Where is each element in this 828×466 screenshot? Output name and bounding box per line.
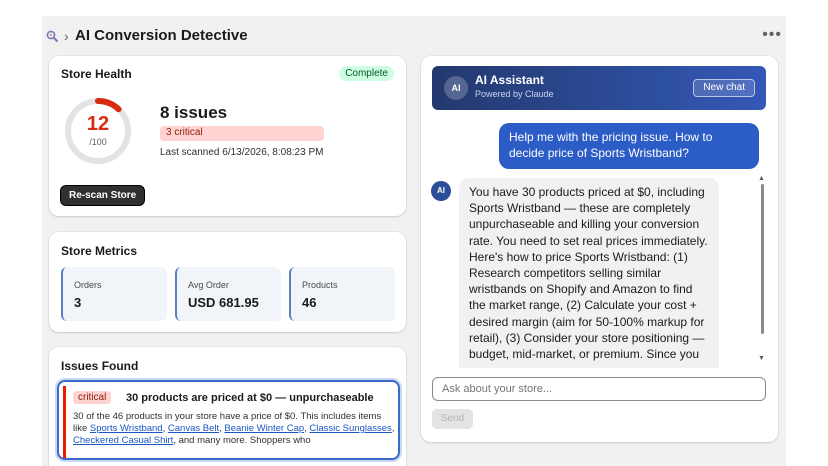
assistant-message-avatar: AI: [431, 181, 451, 201]
top-bar: › AI Conversion Detective •••: [42, 16, 786, 56]
app-logo-icon: [46, 30, 59, 43]
product-link[interactable]: Classic Sunglasses: [309, 423, 391, 434]
issue-description: 30 of the 46 products in your store have…: [73, 411, 395, 446]
assistant-title: AI Assistant: [475, 73, 544, 87]
store-health-title: Store Health: [61, 67, 132, 81]
health-score: 12: [86, 113, 110, 135]
metric-label: Products: [302, 280, 338, 290]
scroll-down-icon[interactable]: ▼: [758, 355, 765, 362]
store-metrics-card: Store Metrics Orders 3 Avg Order USD 681…: [49, 232, 406, 332]
metric-label: Avg Order: [188, 280, 229, 290]
breadcrumb-separator: ›: [64, 28, 69, 44]
metric-avg-order: Avg Order USD 681.95: [175, 267, 281, 321]
app-frame: › AI Conversion Detective ••• Store Heal…: [42, 16, 786, 466]
metric-value: USD 681.95: [188, 295, 259, 310]
store-health-card: Store Health Complete 12 /100 8 issues 3…: [49, 56, 406, 216]
product-link[interactable]: Checkered Casual Shirt: [73, 435, 173, 446]
health-score-denominator: /100: [89, 137, 107, 147]
new-chat-button[interactable]: New chat: [693, 79, 755, 97]
scroll-up-icon[interactable]: ▲: [758, 175, 765, 182]
metric-label: Orders: [74, 280, 102, 290]
chat-scrollbar[interactable]: [761, 184, 764, 334]
assistant-avatar: AI: [444, 76, 468, 100]
assistant-header: AI AI Assistant Powered by Claude New ch…: [432, 66, 766, 110]
severity-badge: critical: [73, 391, 112, 404]
last-scanned-text: Last scanned 6/13/2026, 8:08:23 PM: [160, 147, 324, 158]
issue-description-text: , and many more. Shoppers who: [173, 435, 311, 446]
metric-value: 3: [74, 295, 82, 310]
store-metrics-title: Store Metrics: [61, 244, 138, 258]
issue-title: 30 products are priced at $0 — unpurchas…: [126, 392, 374, 404]
issues-found-card: Issues Found critical 30 products are pr…: [49, 347, 406, 466]
status-badge: Complete: [339, 66, 394, 81]
user-message: Help me with the pricing issue. How to d…: [499, 123, 759, 169]
send-button[interactable]: Send: [432, 409, 473, 429]
metric-orders: Orders 3: [61, 267, 167, 321]
product-link[interactable]: Canvas Belt: [168, 423, 219, 434]
product-link[interactable]: Beanie Winter Cap: [224, 423, 304, 434]
issues-count: 8 issues: [160, 103, 228, 122]
ai-assistant-panel: AI AI Assistant Powered by Claude New ch…: [421, 56, 778, 442]
rescan-store-button[interactable]: Re-scan Store: [60, 185, 146, 206]
issues-found-title: Issues Found: [61, 359, 139, 373]
product-link[interactable]: Sports Wristband: [90, 423, 163, 434]
page-title: AI Conversion Detective: [75, 27, 248, 44]
metric-products: Products 46: [289, 267, 395, 321]
chat-input[interactable]: [432, 377, 766, 401]
chat-messages[interactable]: Help me with the pricing issue. How to d…: [421, 114, 778, 368]
assistant-subtitle: Powered by Claude: [475, 89, 554, 99]
assistant-message: You have 30 products priced at $0, inclu…: [459, 178, 719, 368]
more-actions-button[interactable]: •••: [762, 26, 782, 44]
critical-count-badge: 3 critical: [160, 126, 324, 141]
issue-item[interactable]: critical 30 products are priced at $0 — …: [57, 380, 400, 460]
severity-bar: [63, 386, 66, 458]
metric-value: 46: [302, 295, 317, 310]
